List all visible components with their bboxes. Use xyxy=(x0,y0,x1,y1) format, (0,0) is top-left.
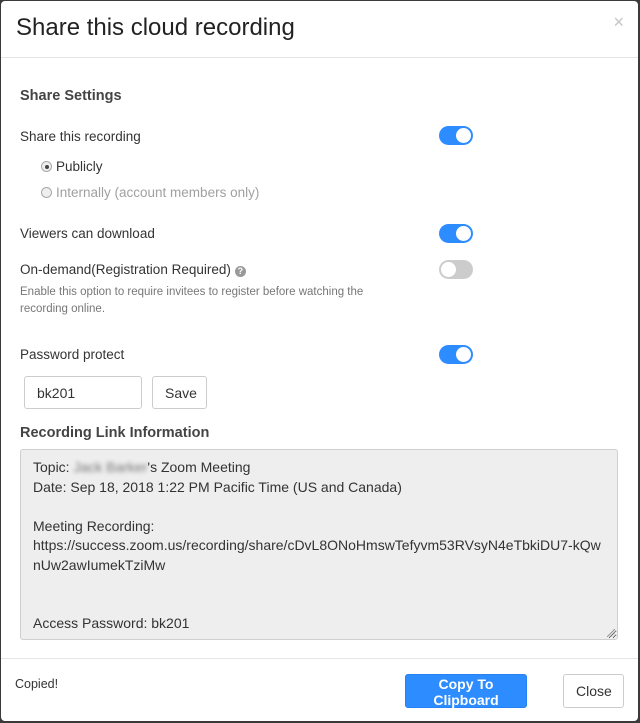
on-demand-hint: Enable this option to require invitees t… xyxy=(20,286,364,315)
access-password-line: Access Password: bk201 xyxy=(33,615,190,631)
password-protect-label: Password protect xyxy=(20,347,125,362)
resize-grip-icon[interactable] xyxy=(607,629,615,637)
on-demand-toggle[interactable] xyxy=(439,260,473,279)
viewers-download-toggle[interactable] xyxy=(439,224,473,243)
dialog-header: Share this cloud recording × xyxy=(1,1,638,58)
topic-prefix: Topic: xyxy=(33,459,74,475)
on-demand-label-row: On-demand(Registration Required)? xyxy=(20,262,246,277)
radio-publicly-input[interactable] xyxy=(41,161,52,172)
share-recording-label: Share this recording xyxy=(20,129,141,144)
topic-redacted-name: Jack Barker xyxy=(73,459,148,475)
radio-publicly-label: Publicly xyxy=(56,159,103,174)
topic-suffix: 's Zoom Meeting xyxy=(147,459,251,475)
radio-publicly[interactable]: Publicly xyxy=(41,159,103,174)
dialog-title: Share this cloud recording xyxy=(16,14,295,41)
recording-url: https://success.zoom.us/recording/share/… xyxy=(33,537,601,573)
help-icon[interactable]: ? xyxy=(234,266,246,277)
password-protect-toggle[interactable] xyxy=(439,345,473,364)
radio-internally[interactable]: Internally (account members only) xyxy=(41,185,259,200)
share-settings-heading: Share Settings xyxy=(20,88,122,104)
close-icon[interactable]: × xyxy=(613,13,624,31)
save-password-button[interactable]: Save xyxy=(152,376,207,409)
viewers-download-label: Viewers can download xyxy=(20,226,155,241)
recording-link-heading: Recording Link Information xyxy=(20,425,210,441)
close-button[interactable]: Close xyxy=(563,674,624,708)
dialog-footer: Copied! Copy To Clipboard Close xyxy=(1,658,638,721)
date-line: Date: Sep 18, 2018 1:22 PM Pacific Time … xyxy=(33,478,402,495)
share-recording-toggle[interactable] xyxy=(439,126,473,145)
recording-link-textarea[interactable]: Topic: Jack Barker's Zoom Meeting Date: … xyxy=(20,449,618,640)
share-recording-dialog: Share this cloud recording × Share Setti… xyxy=(1,1,638,721)
copied-status: Copied! xyxy=(15,677,59,691)
recording-label: Meeting Recording: xyxy=(33,517,155,534)
password-input[interactable] xyxy=(24,376,142,409)
on-demand-label: On-demand(Registration Required) xyxy=(20,262,231,277)
radio-internally-input[interactable] xyxy=(41,187,52,198)
copy-to-clipboard-button[interactable]: Copy To Clipboard xyxy=(405,674,527,708)
radio-internally-label: Internally (account members only) xyxy=(56,185,260,200)
